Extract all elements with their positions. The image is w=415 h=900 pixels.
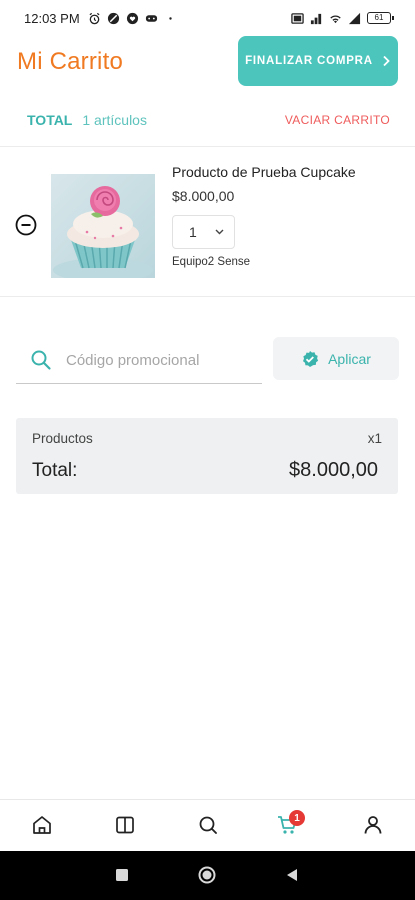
items-count: 1 artículos — [82, 112, 147, 128]
dot-icon — [168, 16, 172, 20]
divider — [0, 296, 415, 297]
remove-item-icon[interactable] — [15, 214, 37, 236]
order-totals: Productos x1 Total: $8.000,00 — [16, 418, 398, 494]
quantity-value: 1 — [189, 224, 197, 240]
promo-code-input[interactable] — [66, 351, 236, 369]
status-left-icons — [88, 12, 177, 25]
screen-icon — [291, 12, 304, 24]
signal-icon — [310, 13, 322, 24]
products-quantity: x1 — [367, 431, 382, 446]
signal-bars-icon — [348, 12, 361, 24]
search-icon[interactable] — [197, 814, 219, 836]
total-label: TOTAL — [27, 112, 73, 128]
system-nav-bar — [0, 851, 415, 900]
clear-cart-button[interactable]: VACIAR CARRITO — [285, 113, 390, 127]
checkout-label: FINALIZAR COMPRA — [245, 55, 373, 67]
alarm-icon — [89, 12, 100, 24]
status-right-icons: 61 — [291, 12, 394, 25]
battery-icon: 61 — [367, 12, 394, 24]
verified-check-icon — [303, 350, 319, 367]
header: Mi Carrito FINALIZAR COMPRA — [0, 36, 415, 92]
wifi-icon — [330, 14, 341, 23]
checkout-button[interactable]: FINALIZAR COMPRA — [238, 36, 398, 86]
products-label: Productos — [32, 431, 93, 446]
bottom-nav: 1 — [0, 799, 415, 851]
chevron-down-icon — [215, 229, 224, 235]
apply-promo-button[interactable]: Aplicar — [273, 337, 399, 380]
heart-chat-icon — [126, 12, 138, 24]
total-label-final: Total: — [32, 460, 78, 481]
product-price: $8.000,00 — [172, 188, 235, 204]
circle-slash-icon — [107, 12, 119, 24]
cart-summary-row: TOTAL 1 artículos VACIAR CARRITO — [27, 110, 390, 130]
total-value: $8.000,00 — [289, 459, 378, 481]
cart-badge: 1 — [289, 810, 305, 826]
back-icon[interactable] — [285, 868, 299, 882]
controller-icon — [145, 14, 157, 22]
user-icon[interactable] — [362, 814, 384, 836]
product-vendor: Equipo2 Sense — [172, 256, 251, 268]
apply-label: Aplicar — [328, 350, 371, 367]
product-image — [51, 174, 155, 278]
home-circle-icon[interactable] — [198, 866, 216, 884]
cart-item: Producto de Prueba Cupcake $8.000,00 1 E… — [0, 150, 415, 295]
status-time: 12:03 PM — [24, 10, 80, 26]
divider — [0, 146, 415, 147]
recents-icon[interactable] — [115, 868, 129, 882]
chevron-right-icon — [383, 55, 390, 67]
product-name: Producto de Prueba Cupcake — [172, 164, 356, 180]
status-bar: 12:03 PM 61 — [0, 0, 415, 36]
search-icon — [31, 350, 51, 370]
page-title: Mi Carrito — [17, 48, 124, 75]
home-icon[interactable] — [31, 814, 53, 836]
promo-code-field — [16, 337, 262, 384]
quantity-select[interactable]: 1 — [172, 215, 235, 249]
book-icon[interactable] — [114, 814, 136, 836]
